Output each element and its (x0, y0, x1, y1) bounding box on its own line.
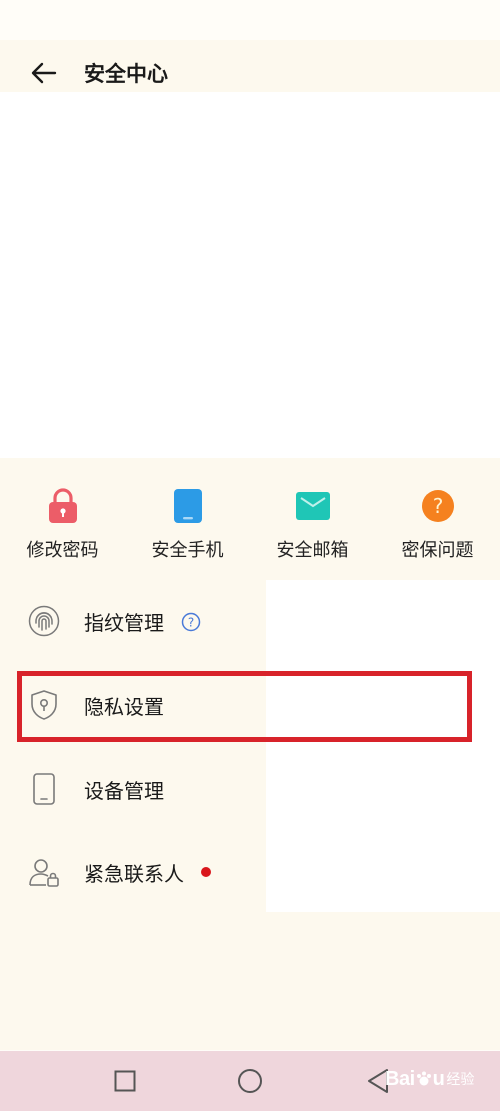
list-item-label: 紧急联系人 (84, 862, 184, 886)
list-item-device-management[interactable]: 设备管理 (0, 748, 500, 830)
quick-action-label: 安全手机 (151, 540, 224, 561)
question-icon: ? (420, 488, 456, 524)
list-item-fingerprint[interactable]: 指纹管理 ? (0, 580, 500, 662)
mail-icon (295, 488, 331, 524)
back-button[interactable] (24, 57, 64, 89)
highlight-box (17, 671, 472, 742)
banner-area (0, 92, 500, 460)
fingerprint-icon (28, 604, 60, 638)
help-icon[interactable]: ? (181, 612, 201, 632)
contact-icon (28, 855, 60, 889)
quick-action-label: 密保问题 (401, 540, 474, 561)
square-icon (114, 1070, 136, 1092)
list-item-emergency-contact[interactable]: 紧急联系人 (0, 831, 500, 913)
change-password-button[interactable]: 修改密码 (0, 458, 125, 573)
home-button[interactable] (234, 1065, 266, 1097)
baidu-watermark: Bai u 经验 (385, 1067, 475, 1090)
arrow-left-icon (31, 62, 57, 84)
notification-dot (201, 867, 211, 877)
svg-text:?: ? (432, 494, 443, 518)
page-title: 安全中心 (84, 62, 168, 86)
svg-text:?: ? (188, 616, 194, 630)
circle-icon (238, 1069, 262, 1093)
list-item-label: 指纹管理 (84, 611, 164, 635)
recent-apps-button[interactable] (109, 1065, 141, 1097)
security-phone-button[interactable]: 安全手机 (125, 458, 250, 573)
phone-icon (170, 488, 206, 524)
quick-action-label: 修改密码 (26, 540, 99, 561)
security-question-button[interactable]: ? 密保问题 (375, 458, 500, 573)
quick-actions-row: 修改密码 安全手机 安全邮箱 ? 密保问题 (0, 458, 500, 573)
lock-icon (45, 488, 81, 524)
quick-action-label: 安全邮箱 (276, 540, 349, 561)
paw-icon (416, 1071, 431, 1086)
device-icon (28, 772, 60, 806)
security-email-button[interactable]: 安全邮箱 (250, 458, 375, 573)
list-item-label: 设备管理 (84, 779, 164, 803)
